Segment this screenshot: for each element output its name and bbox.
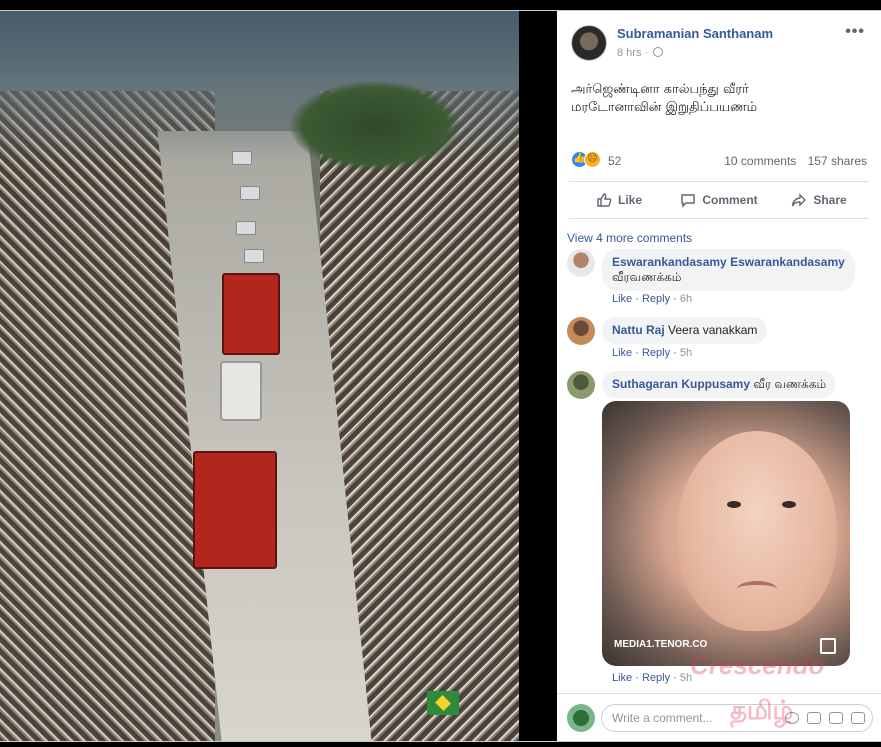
fire-truck-with-coffin <box>193 451 277 569</box>
comment-button[interactable]: Comment <box>669 182 769 218</box>
commenter-avatar[interactable] <box>567 317 595 345</box>
mouth <box>737 581 777 597</box>
more-options-icon[interactable]: ••• <box>845 23 865 41</box>
comment-reply-link[interactable]: Reply <box>642 293 670 305</box>
post-text-line: அர்ஜெண்டினா கால்பந்து வீரர் <box>571 82 749 97</box>
car <box>232 151 252 165</box>
comment-reply-link[interactable]: Reply <box>642 672 670 684</box>
fire-truck <box>222 273 280 355</box>
comment-actions: Like · Reply · 6h <box>612 293 693 305</box>
comment-icon <box>681 194 696 208</box>
gif-icon[interactable] <box>829 712 843 724</box>
watermark-logo: Crescendo <box>690 650 825 680</box>
share-button[interactable]: Share <box>769 182 869 218</box>
view-more-comments-link[interactable]: View 4 more comments <box>567 231 692 245</box>
camera-icon[interactable] <box>807 712 821 724</box>
comment-reply-link[interactable]: Reply <box>642 347 670 359</box>
facebook-post: Subramanian Santhanam 8 hrs · ••• அர்ஜெண… <box>557 11 881 741</box>
comment-bubble: Nattu Raj Veera vanakkam <box>602 317 768 344</box>
comment-time[interactable]: 6h <box>680 293 692 305</box>
post-meta: 8 hrs · <box>617 47 664 59</box>
comment-text: Veera vanakkam <box>668 323 758 337</box>
comment-bubble: Eswarankandasamy Eswarankandasamy வீரவணக… <box>602 249 855 291</box>
like-button[interactable]: Like <box>569 182 669 218</box>
commenter-avatar[interactable] <box>567 249 595 277</box>
post-header: Subramanian Santhanam 8 hrs · ••• <box>557 11 881 71</box>
comment-text: வீர வணக்கம் <box>753 377 827 391</box>
car <box>244 249 264 263</box>
car <box>236 221 256 235</box>
commenter-name[interactable]: Nattu Raj <box>612 323 665 337</box>
post-time[interactable]: 8 hrs <box>617 47 641 59</box>
shares-count[interactable]: 157 shares <box>808 154 867 168</box>
post-actions: Like Comment Share <box>569 181 869 219</box>
eye <box>727 501 741 508</box>
commenter-name[interactable]: Suthagaran Kuppusamy <box>612 377 750 391</box>
comment-text: வீரவணக்கம் <box>612 270 682 284</box>
comment-time[interactable]: 5h <box>680 347 692 359</box>
comment-actions: Like · Reply · 5h <box>612 672 693 684</box>
comment-bubble: Suthagaran Kuppusamy வீர வணக்கம் <box>602 371 837 398</box>
comment-actions: Like · Reply · 5h <box>612 347 693 359</box>
reaction-count: 52 <box>608 154 622 168</box>
share-icon <box>792 193 807 207</box>
thumbs-up-icon <box>597 193 612 207</box>
author-avatar[interactable] <box>571 25 607 61</box>
comment-gif[interactable]: MEDIA1.TENOR.CO <box>602 401 850 666</box>
trees <box>290 81 460 171</box>
comments-count[interactable]: 10 comments <box>724 154 796 168</box>
crying-baby-face <box>677 431 837 631</box>
comment-like-link[interactable]: Like <box>612 347 632 359</box>
car <box>240 186 260 200</box>
author-name[interactable]: Subramanian Santhanam <box>617 26 773 41</box>
sad-reaction-icon: ☹ <box>584 151 601 168</box>
watermark-logo: தமிழ் <box>730 695 794 725</box>
comment-composer: Write a comment... <box>557 693 881 741</box>
commenter-avatar[interactable] <box>567 371 595 399</box>
engagement-counts: 10 comments 157 shares <box>716 154 867 168</box>
comment-label: Comment <box>702 193 758 207</box>
post-text-line: மரடோனாவின் இறுதிப்பயணம் <box>571 100 758 115</box>
globe-icon <box>653 47 664 57</box>
brazil-flag <box>427 691 459 715</box>
comment-like-link[interactable]: Like <box>612 672 632 684</box>
composer-icons <box>785 712 865 724</box>
procession-photo[interactable] <box>0 11 519 741</box>
comment-like-link[interactable]: Like <box>612 293 632 305</box>
gif-source-label: MEDIA1.TENOR.CO <box>614 639 708 650</box>
viewer-avatar <box>567 704 595 732</box>
eye <box>782 501 796 508</box>
hearse-vehicle <box>220 361 262 421</box>
like-label: Like <box>617 193 642 207</box>
post-text: அர்ஜெண்டினா கால்பந்து வீரர் மரடோனாவின் இ… <box>571 81 871 117</box>
sticker-icon[interactable] <box>851 712 865 724</box>
commenter-name[interactable]: Eswarankandasamy Eswarankandasamy <box>612 255 845 270</box>
share-label: Share <box>813 193 847 207</box>
